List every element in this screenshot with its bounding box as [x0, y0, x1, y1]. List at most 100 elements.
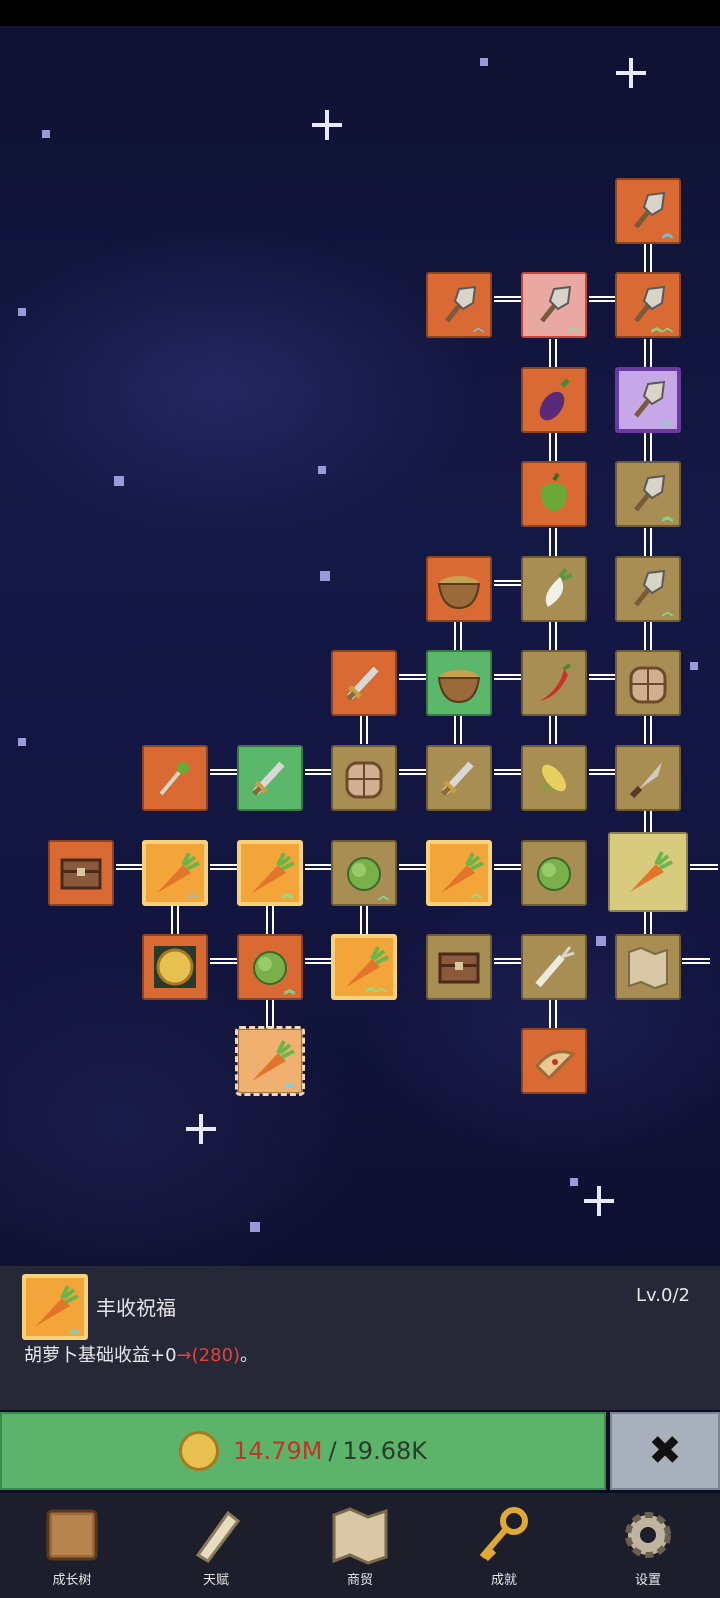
- skill-node-chest[interactable]: [48, 840, 114, 906]
- skill-node-carrot[interactable]: ︿: [426, 840, 492, 906]
- tree-connector: [305, 958, 333, 964]
- radish-icon: [530, 565, 578, 613]
- skill-node-pepper[interactable]: [521, 461, 587, 527]
- skill-node-backpack[interactable]: [615, 650, 681, 716]
- desc-prefix: 胡萝卜基础收益+0: [24, 1345, 177, 1366]
- tree-connector: [494, 958, 522, 964]
- desc-new-value: (280): [191, 1345, 241, 1366]
- skill-node-coin[interactable]: [142, 934, 208, 1000]
- skill-node-knife[interactable]: [615, 745, 681, 811]
- skill-node-shovel[interactable]: ︽︿: [615, 272, 681, 338]
- skill-node-sword[interactable]: [426, 745, 492, 811]
- skill-node-carrot[interactable]: [608, 832, 688, 912]
- tree-connector: [266, 1000, 274, 1028]
- close-button[interactable]: ✖: [610, 1412, 720, 1490]
- sword-icon: [435, 754, 483, 802]
- coin-icon: [150, 942, 200, 992]
- upgrade-button[interactable]: 14.79M / 19.68K: [0, 1412, 606, 1490]
- nav-label: 成就: [490, 1573, 517, 1588]
- upgrade-arrow-icon: ︽: [662, 227, 673, 240]
- key-icon: [479, 1507, 528, 1562]
- skill-node-eggplant[interactable]: [521, 367, 587, 433]
- tree-connector: [644, 433, 652, 461]
- tree-connector: [454, 622, 462, 650]
- skill-node-shovel[interactable]: ︿: [615, 367, 681, 433]
- tree-connector: [589, 674, 617, 680]
- skill-node-shovel[interactable]: ︽: [615, 461, 681, 527]
- skill-description: 胡萝卜基础收益+0→(280)。: [24, 1341, 258, 1367]
- corn-icon: [530, 754, 578, 802]
- cost-separator: /: [328, 1437, 337, 1465]
- tree-connector: [549, 339, 557, 367]
- tree-connector: [644, 622, 652, 650]
- tree-connector: [494, 580, 522, 586]
- skill-node-pizza[interactable]: [521, 1028, 587, 1094]
- tree-connector: [549, 716, 557, 744]
- skill-node-backpack[interactable]: [331, 745, 397, 811]
- upgrade-arrow-icon: ︿: [187, 887, 198, 900]
- skill-node-cabbage[interactable]: ︽: [237, 934, 303, 1000]
- tree-connector: [494, 674, 522, 680]
- eggplant-icon: [530, 376, 578, 424]
- nav-achievements[interactable]: 成就: [432, 1493, 576, 1598]
- nav-trade[interactable]: 商贸: [288, 1493, 432, 1598]
- nav-settings[interactable]: 设置: [576, 1493, 720, 1598]
- desc-suffix: 。: [240, 1345, 259, 1366]
- backpack-icon: [339, 753, 389, 803]
- skill-node-bowl[interactable]: [426, 650, 492, 716]
- tree-connector: [549, 433, 557, 461]
- upgrade-arrow-icon: ︿: [473, 321, 484, 334]
- pizza-icon: [529, 1036, 579, 1086]
- tree-connector: [399, 769, 427, 775]
- upgrade-arrow-icon: ︿: [662, 605, 673, 618]
- tree-connector: [549, 528, 557, 556]
- skill-node-sword[interactable]: [331, 650, 397, 716]
- carrot-icon: [622, 846, 674, 898]
- skill-node-corn[interactable]: [521, 745, 587, 811]
- cabbage-icon: [529, 848, 579, 898]
- staff-icon: [151, 754, 199, 802]
- nav-talent[interactable]: 天赋: [144, 1493, 288, 1598]
- nav-label: 成长树: [52, 1573, 92, 1588]
- tree-connector: [494, 769, 522, 775]
- skill-node-cabbage[interactable]: ︿: [331, 840, 397, 906]
- skill-node-carrot[interactable]: ︿: [142, 840, 208, 906]
- skill-node-shovel[interactable]: ︽: [615, 178, 681, 244]
- skill-node-bowl[interactable]: [426, 556, 492, 622]
- chest-icon: [434, 942, 484, 992]
- skill-node-shovel[interactable]: ︿: [426, 272, 492, 338]
- upgrade-arrow-icon: ︽︿: [365, 981, 387, 994]
- skill-node-shovel[interactable]: ︿: [521, 272, 587, 338]
- coin-icon: [179, 1431, 220, 1471]
- tree-connector: [682, 958, 710, 964]
- skill-node-cabbage[interactable]: [521, 840, 587, 906]
- tree-connector: [305, 769, 333, 775]
- skill-node-staff[interactable]: [142, 745, 208, 811]
- tree-connector: [644, 716, 652, 744]
- pepper-icon: [530, 470, 578, 518]
- skill-node-chest[interactable]: [426, 934, 492, 1000]
- bowl-icon: [434, 564, 484, 614]
- tree-connector: [116, 864, 144, 870]
- backpack-icon: [623, 658, 673, 708]
- skill-node-carrot[interactable]: ︽: [235, 1026, 305, 1096]
- skill-node-carrot[interactable]: ︽: [237, 840, 303, 906]
- skill-title: 丰收祝福: [96, 1296, 176, 1320]
- tree-connector: [494, 296, 522, 302]
- tree-connector: [589, 296, 617, 302]
- skill-node-map[interactable]: [615, 934, 681, 1000]
- skill-info-panel: [0, 1266, 720, 1410]
- skill-node-leek[interactable]: [521, 934, 587, 1000]
- skill-node-chili[interactable]: [521, 650, 587, 716]
- nav-growth-tree[interactable]: 成长树: [0, 1493, 144, 1598]
- tree-connector: [210, 769, 238, 775]
- tree-connector: [549, 1000, 557, 1028]
- desc-arrow: →: [176, 1345, 192, 1366]
- upgrade-arrow-icon: ︿: [660, 414, 671, 427]
- skill-node-sword[interactable]: [237, 745, 303, 811]
- skill-node-radish[interactable]: [521, 556, 587, 622]
- skill-node-shovel[interactable]: ︿: [615, 556, 681, 622]
- skill-node-carrot[interactable]: ︽︿: [331, 934, 397, 1000]
- nav-label: 天赋: [202, 1573, 229, 1588]
- chili-icon: [530, 659, 578, 707]
